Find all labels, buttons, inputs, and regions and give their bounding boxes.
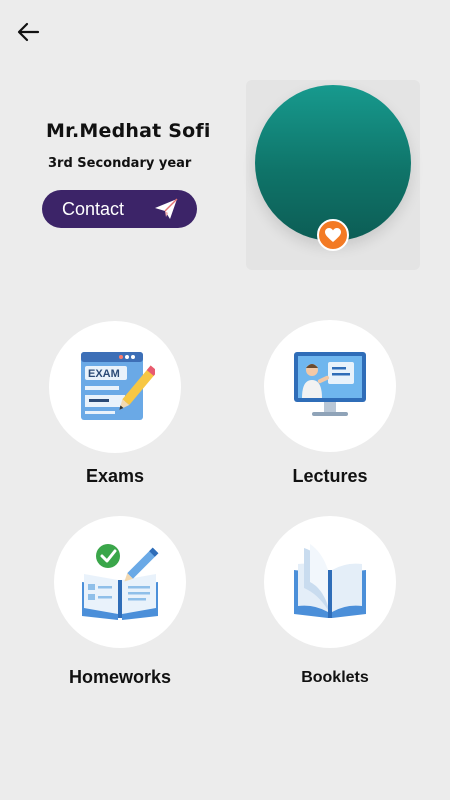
heart-icon [325,228,341,242]
homeworks-card[interactable] [54,516,186,648]
paper-plane-icon [155,198,178,219]
lectures-label[interactable]: Lectures [264,466,396,487]
exams-card[interactable]: EXAM [49,321,181,453]
contact-button-label: Contact [62,198,125,219]
avatar [255,85,411,241]
video-lecture-icon [294,352,366,416]
open-book-icon [294,544,366,618]
exam-icon: EXAM [81,352,155,420]
favorite-button[interactable] [317,219,349,251]
arrow-left-icon [17,22,40,42]
homework-book-icon [82,544,159,620]
profile-name: Mr.Medhat Sofi [46,120,211,142]
lectures-card[interactable] [264,320,396,452]
back-button[interactable] [14,18,46,46]
booklets-label[interactable]: Booklets [269,669,401,687]
svg-text:EXAM: EXAM [88,368,120,380]
contact-button[interactable]: Contact [42,190,197,228]
homeworks-label[interactable]: Homeworks [54,667,186,688]
exams-label[interactable]: Exams [49,466,181,487]
booklets-card[interactable] [264,516,396,648]
profile-grade: 3rd Secondary year [48,156,192,171]
